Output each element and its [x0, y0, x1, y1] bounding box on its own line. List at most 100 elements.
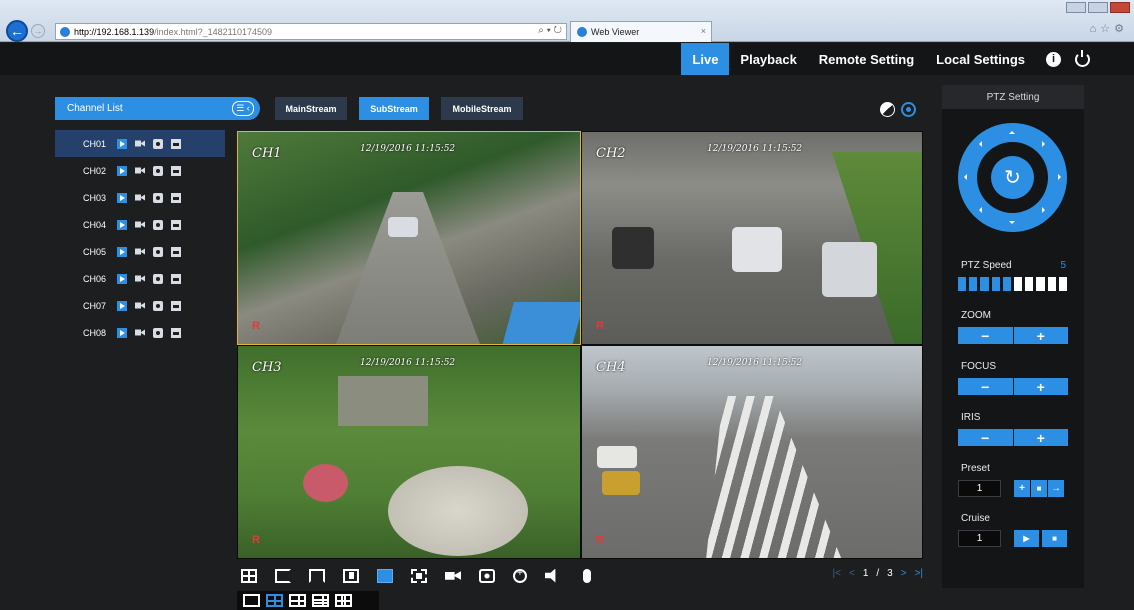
play-icon[interactable] [117, 192, 127, 203]
pan-down-left-icon[interactable] [976, 207, 982, 213]
channel-row[interactable]: CH04 [55, 211, 225, 238]
preset-add-button[interactable]: + [1014, 480, 1030, 497]
snapshot-icon[interactable] [153, 192, 163, 203]
mobilestream-button[interactable]: MobileStream [441, 97, 523, 120]
speed-segment[interactable] [958, 277, 967, 291]
digital-zoom-icon[interactable] [513, 568, 527, 583]
play-icon[interactable] [117, 219, 127, 230]
speed-segment[interactable] [969, 277, 978, 291]
ptz-direction-wheel[interactable]: ↻ [958, 123, 1067, 232]
channel-row[interactable]: CH05 [55, 238, 225, 265]
speed-segment[interactable] [1058, 277, 1068, 291]
layout-1-icon[interactable] [243, 594, 260, 607]
list-collapse-icon[interactable]: ☰ ‹ [232, 101, 254, 116]
video-tile-ch2[interactable]: CH2 12/19/2016 11:15:52 R [581, 131, 923, 345]
video-tile-ch4[interactable]: CH4 12/19/2016 11:15:52 R [581, 345, 923, 559]
pan-left-icon[interactable] [961, 174, 967, 180]
audio-mute-icon[interactable] [545, 568, 556, 583]
speed-segment[interactable] [1036, 277, 1045, 291]
window-close-button[interactable] [1110, 2, 1130, 13]
zoom-plus-button[interactable]: + [1013, 327, 1068, 344]
minimize-button[interactable] [1066, 2, 1086, 13]
preset-go-button[interactable]: → [1048, 480, 1064, 497]
prev-page-icon[interactable]: < [849, 568, 855, 579]
snapshot-icon[interactable] [153, 219, 163, 230]
single-window-icon[interactable] [343, 568, 359, 583]
record-icon[interactable] [135, 275, 145, 282]
record-icon[interactable] [135, 167, 145, 174]
speed-segment[interactable] [980, 277, 989, 291]
pan-up-right-icon[interactable] [1042, 141, 1048, 147]
play-icon[interactable] [117, 300, 127, 311]
snapshot-icon[interactable] [153, 273, 163, 284]
preset-delete-button[interactable]: ■ [1031, 480, 1047, 497]
nav-live[interactable]: Live [681, 43, 730, 75]
iris-minus-button[interactable]: − [958, 429, 1013, 446]
video-tile-ch3[interactable]: CH3 12/19/2016 11:15:52 R [237, 345, 581, 559]
play-icon[interactable] [117, 327, 127, 338]
speed-segment[interactable] [1047, 277, 1056, 291]
contrast-icon[interactable] [880, 102, 895, 117]
tab-close-icon[interactable]: × [701, 26, 706, 36]
ptz-auto-rotate-icon[interactable]: ↻ [991, 156, 1034, 199]
speed-segment[interactable] [991, 277, 1000, 291]
cruise-play-button[interactable]: ▶ [1014, 530, 1039, 547]
sequence-icon[interactable] [309, 568, 325, 583]
channel-row[interactable]: CH03 [55, 184, 225, 211]
image-icon[interactable] [171, 273, 181, 284]
snapshot-icon[interactable] [153, 246, 163, 257]
speed-segment[interactable] [1014, 277, 1023, 291]
layout-8-icon[interactable] [312, 594, 329, 607]
play-icon[interactable] [117, 165, 127, 176]
next-page-icon[interactable]: > [901, 568, 907, 579]
snapshot-icon[interactable] [153, 165, 163, 176]
image-icon[interactable] [171, 165, 181, 176]
fullscreen-icon[interactable] [377, 568, 393, 583]
speed-segment[interactable] [1025, 277, 1034, 291]
browser-tab[interactable]: Web Viewer × [570, 21, 712, 42]
play-icon[interactable] [117, 246, 127, 257]
substream-button[interactable]: SubStream [359, 97, 429, 120]
nav-local-settings[interactable]: Local Settings [925, 43, 1036, 75]
zoom-minus-button[interactable]: − [958, 327, 1013, 344]
play-icon[interactable] [117, 273, 127, 284]
iris-plus-button[interactable]: + [1013, 429, 1068, 446]
snapshot-icon[interactable] [153, 138, 163, 149]
record-all-icon[interactable] [445, 571, 461, 580]
preset-input[interactable]: 1 [958, 480, 1001, 497]
record-icon[interactable] [135, 221, 145, 228]
pan-down-right-icon[interactable] [1042, 207, 1048, 213]
layout-6-icon[interactable] [289, 594, 306, 607]
image-icon[interactable] [171, 246, 181, 257]
snapshot-icon[interactable] [153, 327, 163, 338]
image-icon[interactable] [171, 138, 181, 149]
cruise-stop-button[interactable]: ■ [1042, 530, 1067, 547]
info-icon[interactable]: i [1046, 51, 1061, 67]
snapshot-all-icon[interactable] [479, 568, 495, 583]
play-icon[interactable] [117, 138, 127, 149]
forward-button[interactable]: → [31, 24, 45, 38]
layout-9-icon[interactable] [335, 594, 352, 607]
split-screen-icon[interactable] [241, 568, 257, 583]
channel-row[interactable]: CH08 [55, 319, 225, 346]
search-refresh-icons[interactable]: ⌕ ▾ ↻ [538, 25, 562, 36]
home-star-gear-icons[interactable]: ⌂☆⚙ [1090, 22, 1128, 35]
speed-segment[interactable] [1002, 277, 1012, 291]
last-page-icon[interactable]: >| [915, 568, 923, 579]
microphone-icon[interactable] [583, 568, 591, 583]
focus-plus-button[interactable]: + [1013, 378, 1068, 395]
channel-row[interactable]: CH01 [55, 130, 225, 157]
snapshot-icon[interactable] [153, 300, 163, 311]
record-icon[interactable] [135, 329, 145, 336]
channel-row[interactable]: CH07 [55, 292, 225, 319]
focus-minus-button[interactable]: − [958, 378, 1013, 395]
record-icon[interactable] [135, 140, 145, 147]
maximize-button[interactable] [1088, 2, 1108, 13]
back-button[interactable]: ← [6, 20, 28, 42]
first-page-icon[interactable]: |< [833, 568, 841, 579]
record-icon[interactable] [135, 248, 145, 255]
pan-right-icon[interactable] [1058, 174, 1064, 180]
power-icon[interactable] [1075, 49, 1090, 67]
image-icon[interactable] [171, 300, 181, 311]
video-tile-ch1[interactable]: CH1 12/19/2016 11:15:52 R [237, 131, 581, 345]
